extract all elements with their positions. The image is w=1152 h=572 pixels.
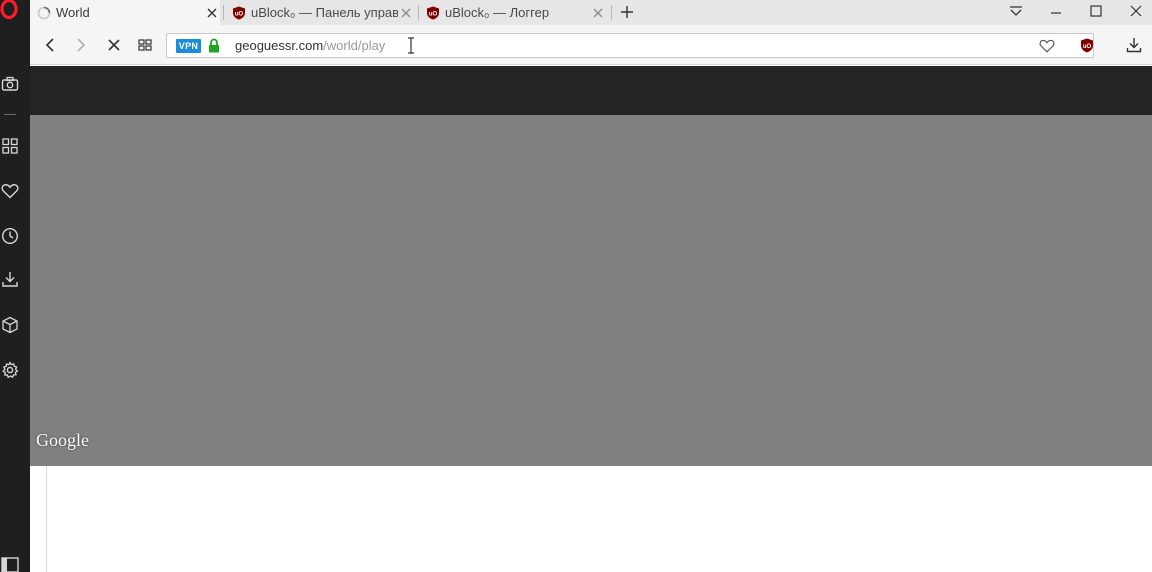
ublock-extension-icon[interactable]: uO (1077, 35, 1097, 55)
url-path: /world/play (323, 38, 386, 53)
close-tab-icon[interactable] (590, 5, 606, 21)
minimize-icon[interactable] (1036, 0, 1076, 22)
tab-separator (223, 5, 224, 20)
close-tab-icon[interactable] (204, 5, 220, 21)
tab-menu-icon[interactable] (996, 0, 1036, 22)
ublock-icon: uO (232, 6, 246, 20)
close-window-icon[interactable] (1116, 0, 1152, 22)
close-tab-icon[interactable] (398, 5, 414, 21)
text-cursor-icon (407, 37, 415, 54)
svg-text:uO: uO (1083, 44, 1092, 50)
speed-dial-icon[interactable] (0, 136, 20, 156)
svg-text:uO: uO (235, 11, 244, 17)
street-view-panorama[interactable]: Google (30, 115, 1152, 466)
downloads-icon[interactable] (0, 269, 20, 289)
vpn-badge[interactable]: VPN (176, 39, 201, 53)
loading-spinner-icon (37, 6, 51, 20)
browser-window: World uO uBlock₀ — Панель управл uO uBlo… (0, 0, 1152, 572)
tab-separator (611, 5, 612, 20)
svg-text:uO: uO (429, 11, 438, 17)
back-arrow-icon[interactable] (39, 34, 61, 56)
tab-ublock-logger[interactable]: uO uBlock₀ — Логгер (420, 0, 606, 25)
new-tab-plus-icon[interactable] (617, 2, 637, 22)
maximize-icon[interactable] (1076, 0, 1116, 22)
sidebar-toggle-icon[interactable] (0, 556, 20, 572)
tab-grid-icon[interactable] (134, 34, 156, 56)
url-domain: geoguessr.com (235, 38, 324, 53)
tab-separator (418, 5, 419, 20)
address-bar[interactable]: VPN geoguessr.com/world/play (166, 33, 1094, 58)
tab-label: uBlock₀ — Панель управл (251, 5, 398, 20)
tab-label: uBlock₀ — Логгер (445, 5, 550, 20)
snapshot-icon[interactable] (0, 74, 20, 94)
opera-logo-icon[interactable] (0, 0, 20, 20)
sidebar-separator (4, 114, 16, 115)
settings-gear-icon[interactable] (0, 360, 20, 380)
tab-label: World (56, 5, 90, 20)
extensions-cube-icon[interactable] (0, 315, 20, 335)
history-clock-icon[interactable] (0, 226, 20, 246)
site-header (30, 66, 1152, 115)
tab-world[interactable]: World (30, 0, 220, 25)
ublock-icon: uO (426, 6, 440, 20)
navigation-bar: VPN geoguessr.com/world/play uO (30, 25, 1152, 65)
tab-ublock-dashboard[interactable]: uO uBlock₀ — Панель управл (226, 0, 414, 25)
opera-sidebar (0, 0, 30, 572)
google-attribution[interactable]: Google (36, 430, 89, 451)
downloads-toolbar-icon[interactable] (1124, 35, 1144, 55)
url-text[interactable]: geoguessr.com/world/play (235, 38, 385, 53)
page-lower-area (30, 466, 1152, 572)
bookmark-heart-icon[interactable] (1039, 38, 1055, 54)
tab-strip: World uO uBlock₀ — Панель управл uO uBlo… (30, 0, 1152, 25)
bookmarks-heart-icon[interactable] (0, 181, 20, 201)
divider (46, 466, 47, 572)
stop-loading-icon[interactable] (103, 34, 125, 56)
secure-lock-icon[interactable] (208, 38, 220, 53)
forward-arrow-icon[interactable] (70, 34, 92, 56)
